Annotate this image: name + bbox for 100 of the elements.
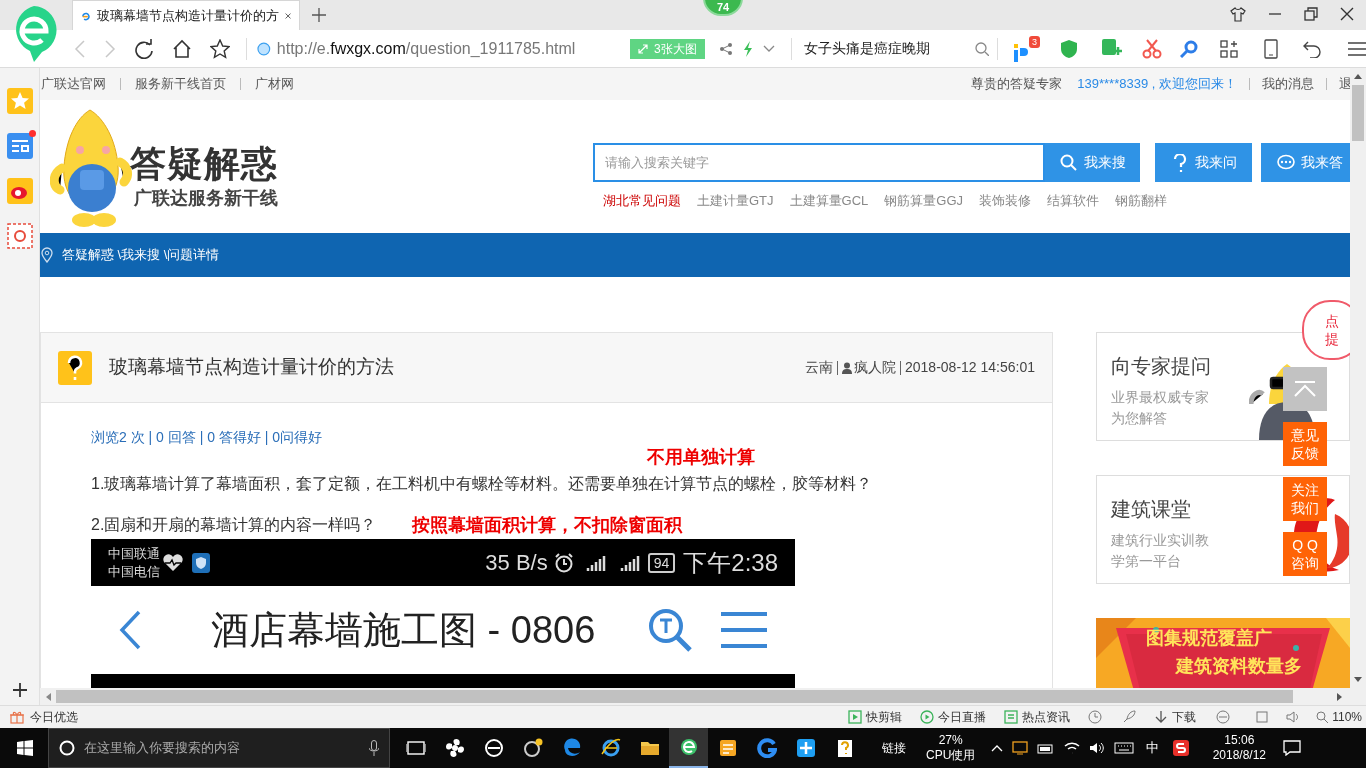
taskbar-search-field[interactable]: 在这里输入你要搜索的内容 [48, 728, 390, 768]
phone-clock: 下午2:38 [683, 547, 778, 578]
question-text: 1.玻璃幕墙计算了幕墙面积，套了定额，在工料机中有螺栓等材料。还需要单独在计算节点的螺栓，胶等材料？ [91, 474, 874, 494]
question-stats: 浏览2 次 | 0 回答 | 0 答得好 | 0问得好 [91, 428, 324, 447]
battery-icon[interactable] [1037, 742, 1056, 754]
monitor-icon[interactable] [1012, 741, 1029, 755]
clock-icon[interactable] [1088, 710, 1103, 724]
vertical-scrollbar[interactable] [1350, 68, 1366, 688]
search-icon[interactable] [647, 607, 693, 653]
search-field[interactable]: 女子头痛是癌症晚期 [803, 38, 989, 59]
clock[interactable]: 15:06 2018/8/12 [1203, 733, 1276, 763]
arrow-up-icon [1354, 74, 1362, 79]
network-speed: 35 B/s [485, 549, 548, 577]
top-link[interactable]: 广材网 [255, 74, 294, 94]
plus-app-icon[interactable] [795, 738, 816, 758]
g-app-icon[interactable] [756, 738, 777, 758]
status-item[interactable]: 快剪辑 [848, 708, 903, 726]
logo-subtitle: 广联达服务新干线 [134, 187, 278, 210]
edge-icon[interactable] [561, 738, 582, 758]
shirt-icon[interactable] [1230, 6, 1246, 22]
back-icon[interactable] [119, 610, 141, 650]
home-icon[interactable] [172, 38, 193, 59]
new-tab-icon[interactable] [312, 8, 326, 22]
search-field[interactable]: 请输入搜索关键字 [593, 143, 1045, 182]
windows-icon[interactable] [17, 740, 33, 756]
zoom-icon[interactable] [1316, 711, 1329, 723]
address-field[interactable]: http://e.fwxgx.com/question_1911785.html [276, 36, 619, 61]
secure-site-icon [257, 41, 271, 56]
logo-title: 答疑解惑 [130, 142, 278, 186]
search-icon [1059, 153, 1078, 172]
arrow-right-icon [1337, 692, 1342, 701]
status-link[interactable]: 今日优选 [30, 708, 78, 726]
apps-icon[interactable] [1220, 39, 1238, 58]
close-icon[interactable] [1340, 7, 1354, 21]
zoom-level[interactable]: 110% [1332, 708, 1362, 726]
hot-tag[interactable]: 装饰装修 [979, 191, 1032, 211]
carrier-name: 中国联通 [108, 544, 160, 563]
battery-level: 94 [647, 552, 676, 573]
star-icon[interactable] [210, 38, 231, 59]
question-title: 玻璃幕墙节点构造计量计价的方法 [109, 355, 394, 380]
notepad-icon[interactable] [717, 738, 738, 758]
share-icon[interactable] [718, 41, 733, 56]
location-pin-icon [41, 247, 53, 263]
status-item[interactable]: 下载 [1154, 708, 1197, 726]
task-view-icon[interactable] [405, 738, 426, 758]
menu-icon[interactable] [721, 610, 767, 650]
hot-tag[interactable]: 土建计量GTJ [697, 191, 774, 211]
breadcrumb: 答疑解惑 \我来搜 \问题详情 [62, 246, 220, 265]
top-link[interactable]: 广联达官网 [41, 74, 106, 94]
undo-icon[interactable] [1302, 39, 1322, 58]
scissors-icon[interactable] [1142, 38, 1162, 59]
browser-logo-icon[interactable] [678, 737, 699, 757]
ad-banner[interactable]: 图集规范覆盖广 建筑资料数量多 [1096, 618, 1350, 688]
speaker-icon[interactable] [1286, 710, 1301, 724]
tablet-icon[interactable] [1264, 38, 1278, 59]
location: 云南 [805, 358, 833, 377]
chevron-up-icon [1293, 381, 1317, 397]
menu-icon[interactable] [1348, 41, 1366, 56]
window-icon[interactable] [1256, 711, 1269, 723]
add-icon[interactable] [12, 683, 27, 697]
shield-icon[interactable] [1060, 38, 1078, 59]
arrow-left-icon [46, 692, 51, 701]
chevron-up-icon[interactable] [991, 744, 1004, 752]
video-clip-icon [848, 710, 863, 724]
news-list-icon[interactable] [6, 133, 33, 159]
author-link[interactable]: 疯人院 [854, 357, 896, 378]
chevron-down-icon[interactable] [762, 44, 775, 53]
links-toolbar[interactable]: 链接 [882, 739, 906, 757]
status-item[interactable]: 热点资讯 [1004, 708, 1071, 726]
hot-tag[interactable]: 土建算量GCL [789, 191, 869, 211]
fan-icon[interactable] [444, 738, 465, 758]
scrollbar-thumb[interactable] [56, 690, 1293, 703]
top-link[interactable]: 服务新干线首页 [135, 74, 226, 94]
restore-icon[interactable] [1304, 7, 1318, 21]
keyboard-icon[interactable] [1114, 742, 1135, 754]
sogou-icon[interactable] [1173, 740, 1190, 756]
notifications-icon[interactable] [1283, 740, 1302, 756]
reload-icon[interactable] [134, 38, 155, 59]
ask-cloud[interactable]: 点 提 [1302, 300, 1350, 360]
carrier-name: 中国电信 [108, 562, 160, 581]
promo-text: 建筑行业实训教 [1111, 531, 1209, 550]
promo-title: 建筑课堂 [1111, 497, 1192, 522]
hot-tag[interactable]: 钢筋翻样 [1115, 191, 1168, 211]
scrollbar-thumb[interactable] [1352, 85, 1364, 141]
horizontal-scrollbar[interactable] [40, 688, 1350, 705]
cpu-label: CPU使用 [926, 748, 976, 763]
magnifier-icon[interactable] [1180, 39, 1198, 58]
internet-explorer-icon[interactable] [600, 738, 621, 758]
status-item[interactable]: 今日直播 [920, 708, 987, 726]
hot-tag[interactable]: 湖北常见问题 [603, 191, 681, 211]
hot-tag[interactable]: 结算软件 [1047, 191, 1100, 211]
hot-tag[interactable]: 钢筋算量GGJ [884, 191, 964, 211]
close-icon[interactable] [284, 10, 291, 21]
messages-link[interactable]: 我的消息 [1262, 74, 1314, 94]
expand-icon [638, 43, 649, 54]
extension-button[interactable]: 3 [1014, 35, 1040, 62]
volume-icon[interactable] [1089, 741, 1106, 755]
browser-tab[interactable]: 玻璃幕墙节点构造计量计价的方 [72, 0, 300, 30]
input-method[interactable]: 中 [1146, 738, 1160, 758]
cloud-text: 提 [1325, 330, 1339, 348]
